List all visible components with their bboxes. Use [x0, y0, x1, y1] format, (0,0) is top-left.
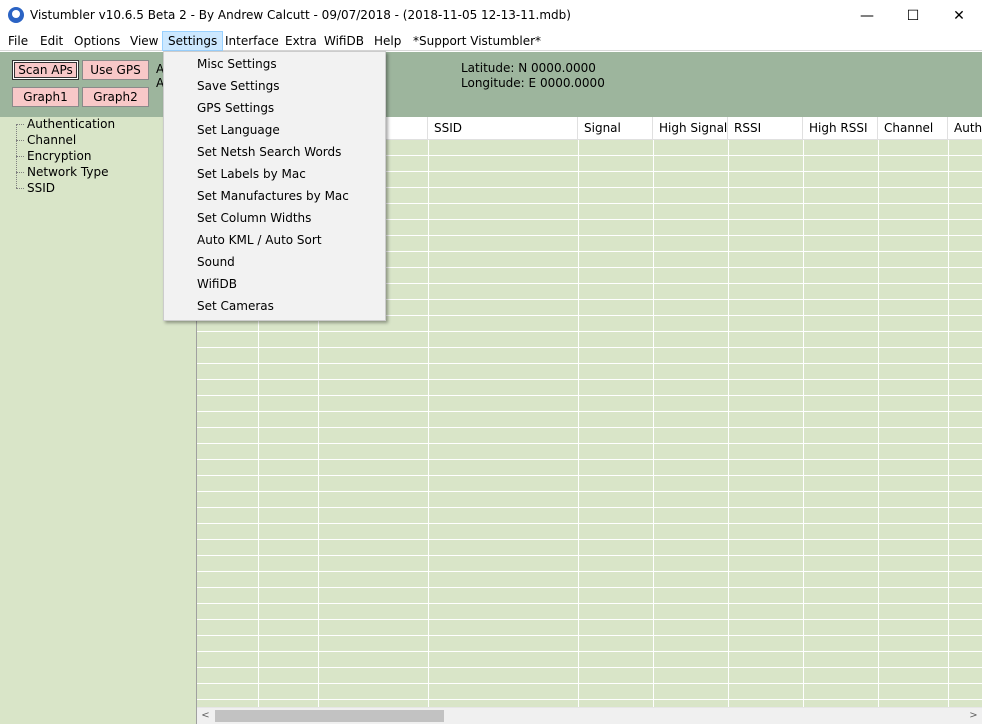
column-header-high-signal[interactable]: High Signal: [653, 117, 728, 140]
tree-item-ssid[interactable]: SSID: [27, 181, 55, 195]
maximize-button[interactable]: ☐: [890, 0, 936, 31]
minimize-button[interactable]: —: [844, 0, 890, 31]
column-header-signal[interactable]: Signal: [578, 117, 653, 140]
menu-item-set-language[interactable]: Set Language: [197, 123, 280, 137]
menu-item-wifidb[interactable]: WifiDB: [197, 277, 237, 291]
tree-item-channel[interactable]: Channel: [27, 133, 76, 147]
menu-item-set-manufactures-by-mac[interactable]: Set Manufactures by Mac: [197, 189, 349, 203]
scrollbar-thumb[interactable]: [215, 710, 444, 722]
tree-connector: [16, 188, 24, 189]
tree-connector: [16, 140, 24, 141]
menu-edit[interactable]: Edit: [40, 31, 63, 51]
column-header-high-rssi[interactable]: High RSSI: [803, 117, 878, 140]
menu-view[interactable]: View: [130, 31, 158, 51]
latitude-readout: Latitude: N 0000.0000: [461, 61, 596, 75]
scroll-left-arrow-icon[interactable]: <: [197, 708, 214, 724]
column-header-ssid[interactable]: SSID: [428, 117, 578, 140]
menu-item-save-settings[interactable]: Save Settings: [197, 79, 280, 93]
menu-item-gps-settings[interactable]: GPS Settings: [197, 101, 274, 115]
menu-options[interactable]: Options: [74, 31, 120, 51]
tree-item-encryption[interactable]: Encryption: [27, 149, 91, 163]
menu-wifidb[interactable]: WifiDB: [324, 31, 364, 51]
window-title: Vistumbler v10.6.5 Beta 2 - By Andrew Ca…: [30, 8, 571, 22]
menu-item-sound[interactable]: Sound: [197, 255, 235, 269]
graph1-button[interactable]: Graph1: [12, 87, 79, 107]
menu-bar: File Edit Options View Settings Interfac…: [0, 31, 982, 51]
column-header-rssi[interactable]: RSSI: [728, 117, 803, 140]
longitude-readout: Longitude: E 0000.0000: [461, 76, 605, 90]
menu-item-set-cameras[interactable]: Set Cameras: [197, 299, 274, 313]
menu-help[interactable]: Help: [374, 31, 401, 51]
menu-interface[interactable]: Interface: [225, 31, 279, 51]
tree-item-authentication[interactable]: Authentication: [27, 117, 115, 131]
menu-item-set-column-widths[interactable]: Set Column Widths: [197, 211, 311, 225]
grid-column-line: [578, 140, 579, 707]
menu-support-vistumbler[interactable]: *Support Vistumbler*: [413, 31, 541, 51]
menu-item-misc-settings[interactable]: Misc Settings: [197, 57, 277, 71]
settings-dropdown-menu: Misc Settings Save Settings GPS Settings…: [163, 51, 386, 321]
tree-connector: [16, 172, 24, 173]
scroll-right-arrow-icon[interactable]: >: [965, 708, 982, 724]
vistumbler-app-icon: [8, 7, 24, 23]
grid-column-line: [803, 140, 804, 707]
grid-column-line: [428, 140, 429, 707]
menu-item-set-netsh-search-words[interactable]: Set Netsh Search Words: [197, 145, 341, 159]
use-gps-button[interactable]: Use GPS: [82, 60, 149, 80]
menu-settings[interactable]: Settings: [162, 31, 224, 51]
toolbar-panel: Scan APs Use GPS Graph1 Graph2 A A Latit…: [0, 52, 982, 117]
menu-file[interactable]: File: [8, 31, 28, 51]
grid-column-line: [878, 140, 879, 707]
tree-item-network-type[interactable]: Network Type: [27, 165, 108, 179]
horizontal-scrollbar[interactable]: < >: [197, 707, 982, 724]
grid-column-line: [728, 140, 729, 707]
grid-column-line: [948, 140, 949, 707]
menu-extra[interactable]: Extra: [285, 31, 317, 51]
menu-item-auto-kml-auto-sort[interactable]: Auto KML / Auto Sort: [197, 233, 322, 247]
column-header-channel[interactable]: Channel: [878, 117, 948, 140]
graph2-button[interactable]: Graph2: [82, 87, 149, 107]
tree-connector: [16, 156, 24, 157]
grid-column-line: [653, 140, 654, 707]
column-header-authentication[interactable]: Authe: [948, 117, 982, 140]
scan-aps-button[interactable]: Scan APs: [12, 60, 79, 80]
tree-connector: [16, 124, 24, 125]
close-button[interactable]: ✕: [936, 0, 982, 31]
title-bar: Vistumbler v10.6.5 Beta 2 - By Andrew Ca…: [0, 0, 982, 31]
menu-item-set-labels-by-mac[interactable]: Set Labels by Mac: [197, 167, 306, 181]
